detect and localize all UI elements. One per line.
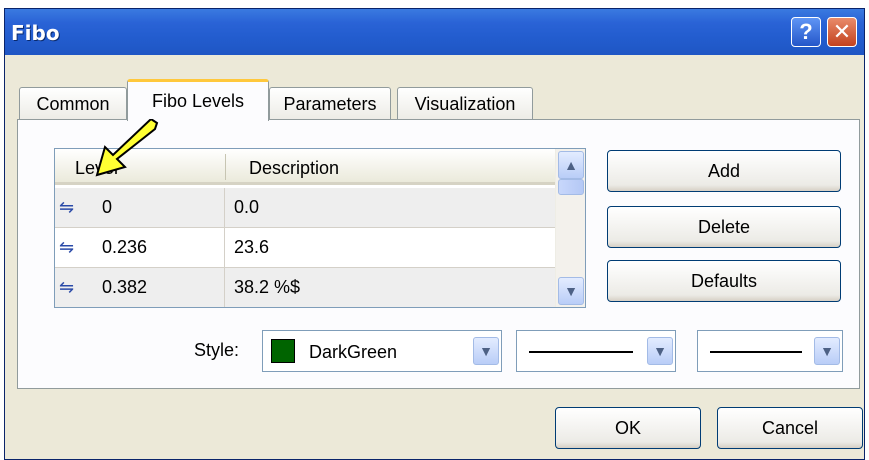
ok-button[interactable]: OK: [555, 407, 701, 449]
line-style-dropdown-arrow[interactable]: ▼: [647, 337, 673, 365]
line-style-dropdown[interactable]: ▼: [516, 330, 676, 372]
line-width-dropdown-arrow[interactable]: ▼: [814, 337, 840, 365]
tab-visualization[interactable]: Visualization: [397, 87, 533, 121]
level-value: 0.236: [102, 237, 148, 257]
cancel-button-label: Cancel: [761, 417, 819, 438]
help-button[interactable]: ?: [791, 17, 821, 47]
scroll-up-button[interactable]: ▲: [558, 151, 584, 179]
title-bar[interactable]: Fibo ? ✕: [5, 9, 864, 55]
table-row[interactable]: ⇋ 0 0.0: [55, 188, 555, 227]
line-width-dropdown[interactable]: ▼: [697, 330, 843, 372]
delete-button[interactable]: Delete: [607, 206, 841, 248]
level-cell[interactable]: ⇋ 0.382: [55, 268, 225, 307]
table-row[interactable]: ⇋ 0.236 23.6: [55, 228, 555, 267]
chevron-up-icon: ▲: [564, 157, 578, 173]
column-header-description[interactable]: Description: [249, 158, 339, 179]
delete-button-label: Delete: [697, 216, 751, 237]
level-line-icon: ⇋: [59, 277, 75, 297]
column-divider[interactable]: [225, 154, 226, 180]
level-line-icon: ⇋: [59, 197, 75, 217]
defaults-button[interactable]: Defaults: [607, 260, 841, 302]
line-width-sample: [710, 351, 802, 353]
level-value: 0.382: [102, 277, 148, 297]
chevron-down-icon: ▼: [564, 283, 578, 299]
cancel-button[interactable]: Cancel: [717, 407, 863, 449]
description-cell[interactable]: 0.0: [226, 188, 555, 227]
close-button[interactable]: ✕: [827, 17, 857, 47]
table-row[interactable]: ⇋ 0.382 38.2 %$: [55, 268, 555, 307]
defaults-button-label: Defaults: [690, 270, 758, 291]
table-scrollbar[interactable]: ▲ ▼: [555, 149, 585, 307]
chevron-down-icon: ▼: [820, 343, 834, 359]
close-icon: ✕: [832, 19, 852, 44]
help-icon: ?: [799, 19, 813, 44]
tab-common-label: Common: [36, 94, 110, 114]
window-title: Fibo: [11, 21, 60, 45]
scroll-down-button[interactable]: ▼: [558, 277, 584, 305]
chevron-down-icon: ▼: [479, 343, 493, 359]
description-cell[interactable]: 38.2 %$: [226, 268, 555, 307]
description-value: 23.6: [234, 237, 270, 257]
level-value: 0: [102, 197, 113, 217]
add-button-label: Add: [707, 160, 741, 181]
tab-visualization-label: Visualization: [414, 94, 516, 114]
tab-fibo-levels-label: Fibo Levels: [151, 91, 245, 111]
fibo-dialog: Fibo ? ✕ Common Fibo Levels Parameters V…: [4, 8, 865, 460]
level-cell[interactable]: ⇋ 0.236: [55, 228, 225, 267]
description-value: 38.2 %$: [234, 277, 301, 297]
style-label: Style:: [194, 340, 240, 360]
chevron-down-icon: ▼: [653, 343, 667, 359]
color-swatch: [271, 339, 295, 363]
description-value: 0.0: [234, 197, 260, 217]
line-style-sample: [529, 351, 633, 353]
tab-parameters[interactable]: Parameters: [269, 87, 391, 121]
level-line-icon: ⇋: [59, 237, 75, 257]
color-name: DarkGreen: [309, 342, 398, 362]
color-dropdown[interactable]: DarkGreen ▼: [262, 330, 502, 372]
description-cell[interactable]: 23.6: [226, 228, 555, 267]
ok-button-label: OK: [614, 417, 641, 438]
tab-common[interactable]: Common: [19, 87, 127, 121]
tab-parameters-label: Parameters: [283, 94, 377, 114]
color-dropdown-arrow[interactable]: ▼: [473, 337, 499, 365]
add-button[interactable]: Add: [607, 150, 841, 192]
pointer-arrow-icon: [95, 119, 159, 177]
tab-fibo-levels[interactable]: Fibo Levels: [127, 79, 269, 121]
level-cell[interactable]: ⇋ 0: [55, 188, 225, 227]
scroll-thumb[interactable]: [558, 179, 584, 195]
